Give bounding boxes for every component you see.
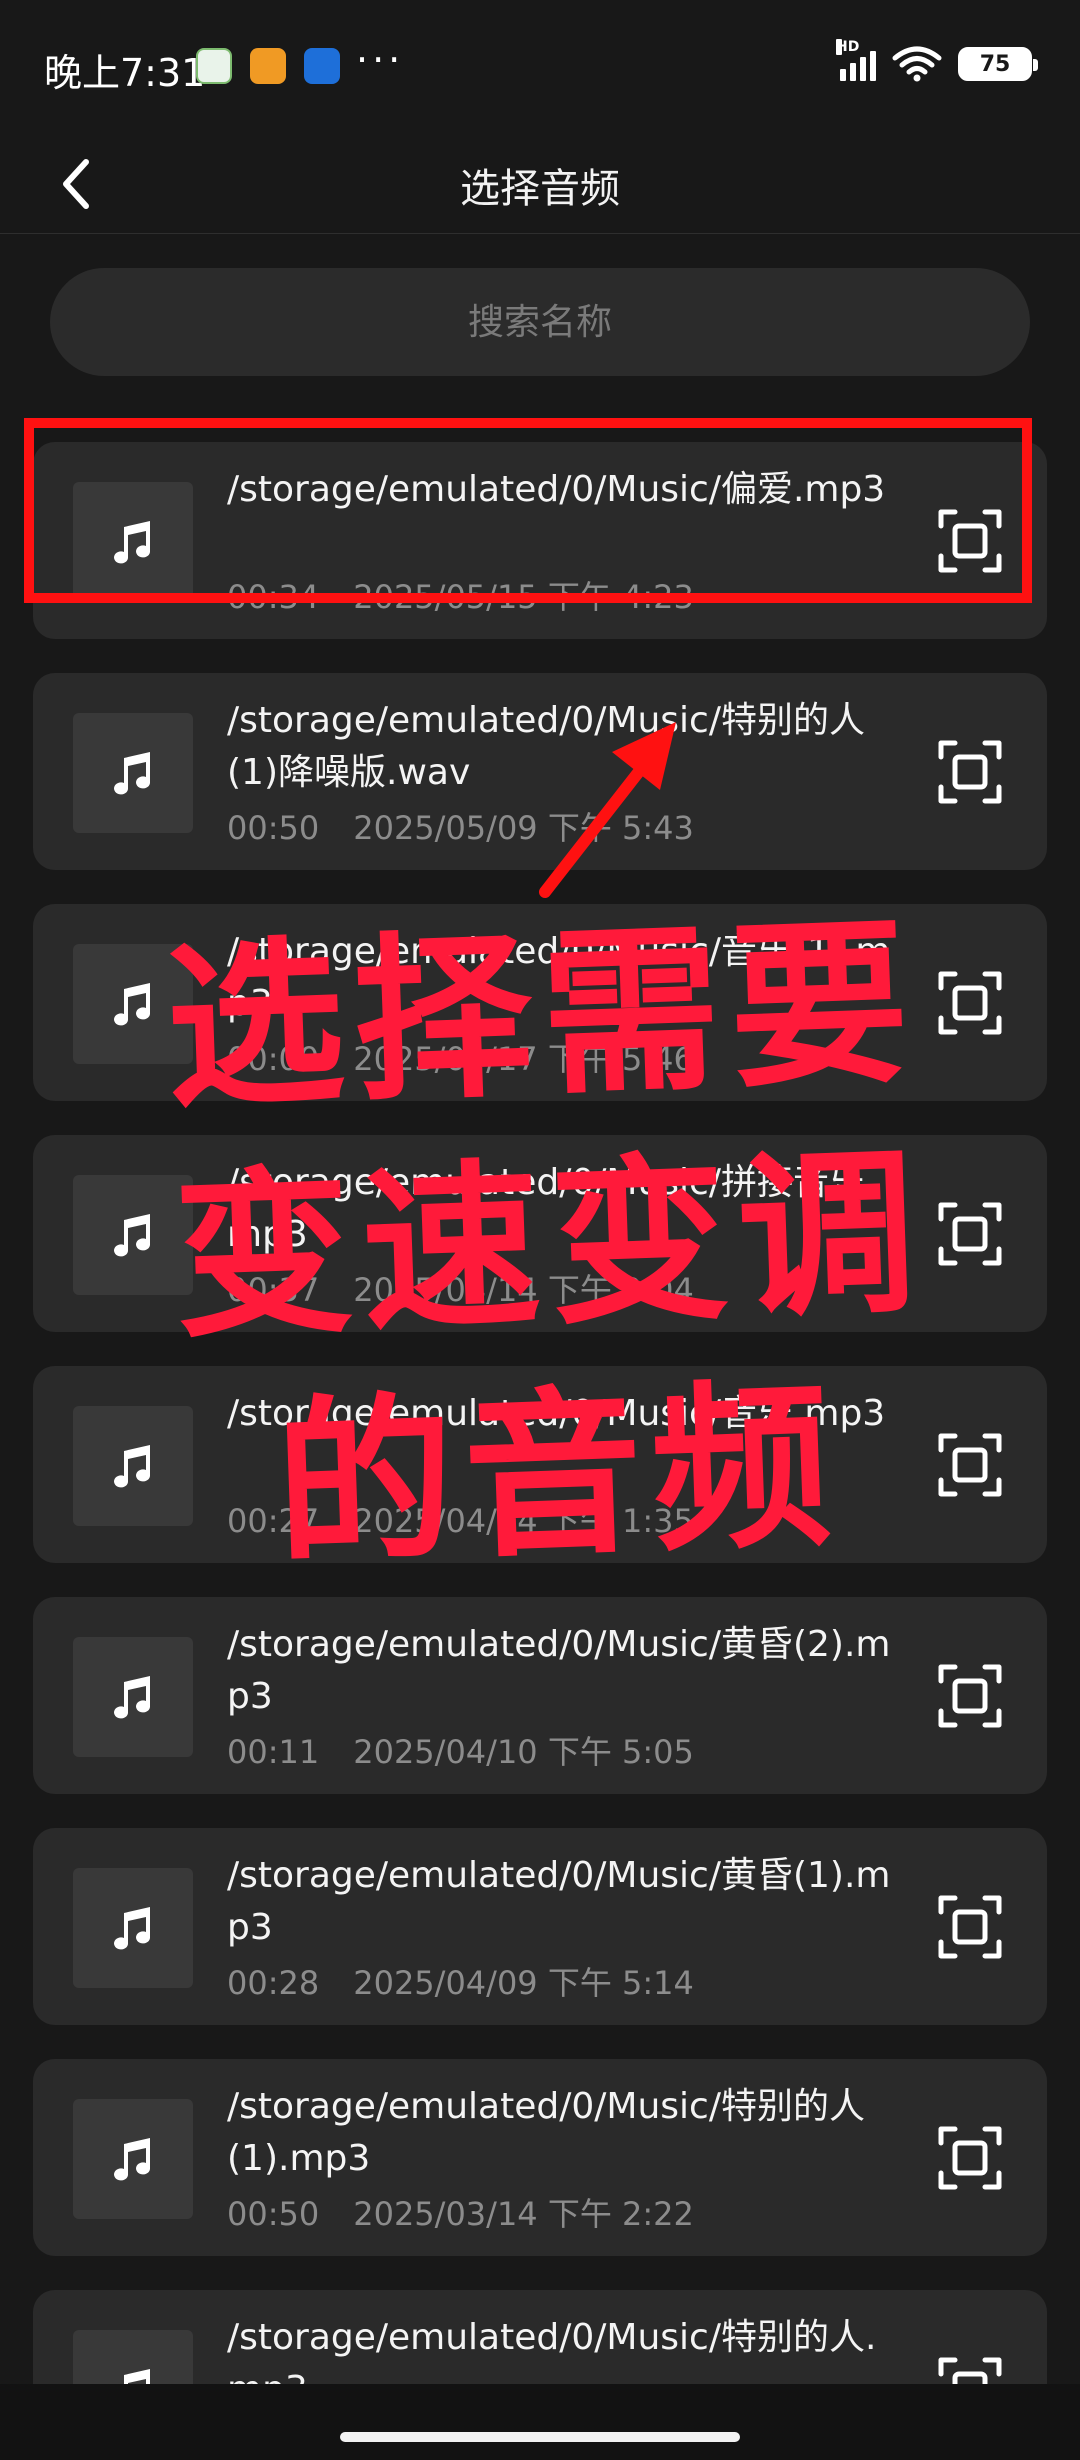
audio-meta: 00:28 2025/04/09 下午 5:14	[227, 1958, 907, 2004]
audio-date: 2025/03/14 下午 2:22	[353, 2195, 694, 2233]
search-input[interactable]	[50, 268, 1030, 376]
audio-info: /storage/emulated/0/Music/特别的人(1).mp3 00…	[227, 2081, 907, 2235]
scan-frame-icon[interactable]	[937, 1201, 1003, 1267]
scan-frame-icon[interactable]	[937, 2125, 1003, 2191]
audio-thumbnail	[73, 2099, 193, 2219]
music-note-icon	[114, 752, 151, 795]
screen: 晚上7:31 ··· HD 75 选择音频 搜索名称 /storage/emul…	[0, 0, 1080, 2460]
search-box[interactable]	[50, 268, 1030, 376]
audio-meta: 00:50 2025/05/09 下午 5:43	[227, 803, 907, 849]
status-time: 晚上7:31	[44, 51, 206, 95]
audio-list-item[interactable]: /storage/emulated/0/Music/黄昏(1).mp3 00:2…	[33, 1828, 1047, 2025]
audio-list-item[interactable]: /storage/emulated/0/Music/特别的人(1).mp3 00…	[33, 2059, 1047, 2256]
audio-thumbnail	[73, 1637, 193, 1757]
audio-info: /storage/emulated/0/Music/黄昏(1).mp3 00:2…	[227, 1850, 907, 2004]
audio-meta: 00:11 2025/04/10 下午 5:05	[227, 1727, 907, 1773]
more-notifications-icon: ···	[356, 38, 405, 82]
home-app-icon	[196, 48, 232, 84]
music-note-icon	[114, 983, 151, 1026]
notification-icons	[196, 48, 340, 84]
audio-date: 2025/04/09 下午 5:14	[353, 1964, 694, 2002]
scan-frame-icon[interactable]	[937, 1432, 1003, 1498]
highlight-box	[24, 418, 1032, 603]
annotation-text: 选择需要变速变调的音频	[162, 897, 930, 1589]
hd-label: HD	[836, 39, 860, 55]
music-note-icon	[114, 1907, 151, 1950]
audio-info: /storage/emulated/0/Music/黄昏(2).mp3 00:1…	[227, 1619, 907, 1773]
audio-list-item[interactable]: /storage/emulated/0/Music/特别的人(1)降噪版.wav…	[33, 673, 1047, 870]
audio-duration: 00:50	[227, 2195, 320, 2233]
audio-list-item[interactable]: /storage/emulated/0/Music/黄昏(2).mp3 00:1…	[33, 1597, 1047, 1794]
scan-frame-icon[interactable]	[937, 970, 1003, 1036]
page-title: 选择音频	[460, 166, 620, 212]
audio-duration: 00:50	[227, 809, 320, 847]
wifi-icon	[892, 46, 942, 82]
status-bar: 晚上7:31 ··· HD 75	[0, 0, 1080, 130]
audio-path: /storage/emulated/0/Music/黄昏(1).mp3	[227, 1855, 891, 1948]
header: 选择音频	[0, 130, 1080, 234]
audio-date: 2025/04/10 下午 5:05	[353, 1733, 694, 1771]
audio-thumbnail	[73, 713, 193, 833]
bottom-bar	[0, 2384, 1080, 2460]
audio-meta: 00:50 2025/03/14 下午 2:22	[227, 2189, 907, 2235]
gift-app-icon	[250, 48, 286, 84]
home-indicator[interactable]	[340, 2432, 740, 2442]
audio-date: 2025/05/09 下午 5:43	[353, 809, 694, 847]
audio-path: /storage/emulated/0/Music/黄昏(2).mp3	[227, 1624, 891, 1717]
status-right: HD 75	[836, 39, 1038, 82]
audio-thumbnail	[73, 1868, 193, 1988]
audio-path: /storage/emulated/0/Music/特别的人(1).mp3	[227, 2086, 865, 2179]
audio-duration: 00:11	[227, 1733, 320, 1771]
music-note-icon	[114, 2138, 151, 2181]
scan-frame-icon[interactable]	[937, 1663, 1003, 1729]
battery-icon: 75	[958, 47, 1038, 81]
audio-path: /storage/emulated/0/Music/特别的人(1)降噪版.wav	[227, 700, 865, 793]
audio-info: /storage/emulated/0/Music/特别的人(1)降噪版.wav…	[227, 695, 907, 849]
signal-icon: HD	[836, 39, 876, 81]
music-note-icon	[114, 1676, 151, 1719]
scan-frame-icon[interactable]	[937, 739, 1003, 805]
music-note-icon	[114, 1214, 151, 1257]
robot-app-icon	[304, 48, 340, 84]
music-note-icon	[114, 1445, 151, 1488]
audio-duration: 00:28	[227, 1964, 320, 2002]
scan-frame-icon[interactable]	[937, 1894, 1003, 1960]
audio-thumbnail	[73, 1406, 193, 1526]
